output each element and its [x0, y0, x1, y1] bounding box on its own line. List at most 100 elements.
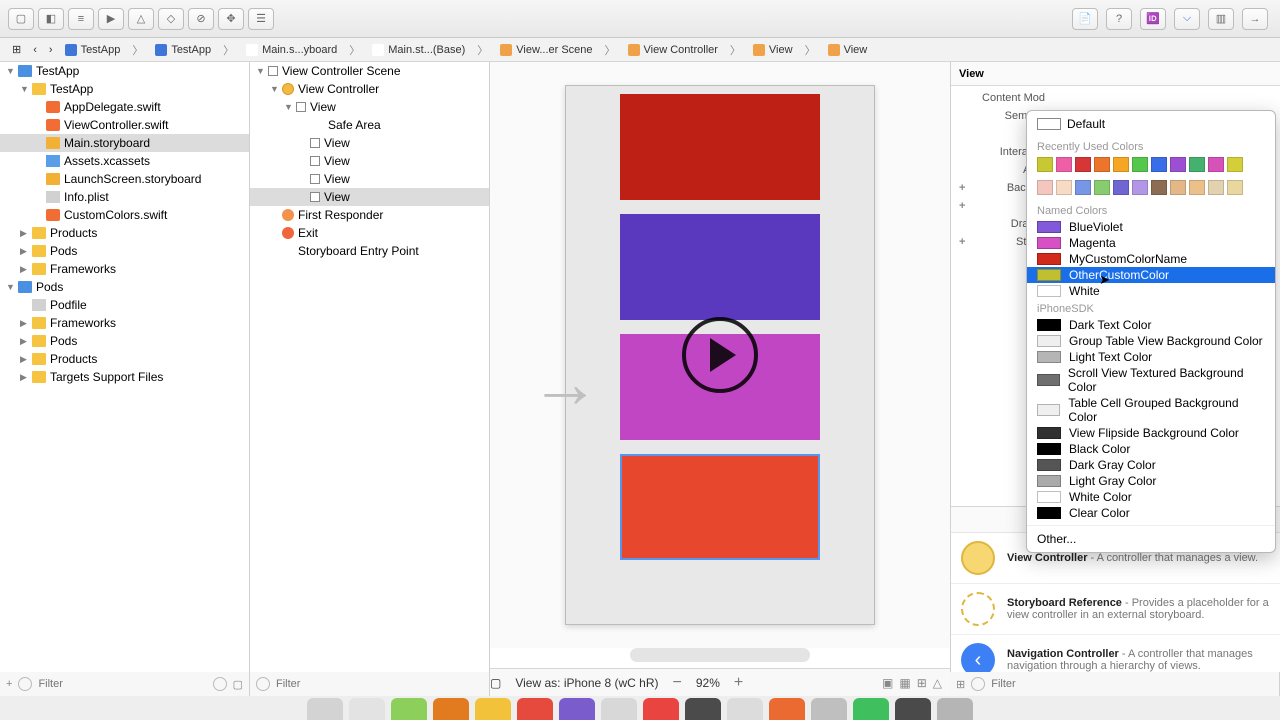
nav-run-button[interactable]: ▶	[98, 8, 124, 30]
add-attribute-button[interactable]: +	[959, 200, 965, 212]
outline-scope-icon[interactable]	[256, 677, 270, 691]
disclosure-triangle-icon[interactable]: ▶	[20, 336, 28, 347]
color-default-option[interactable]: Default	[1027, 111, 1275, 137]
color-list-item[interactable]: Scroll View Textured Background Color	[1027, 365, 1275, 395]
color-swatch[interactable]	[1037, 157, 1053, 172]
color-swatch[interactable]	[1208, 180, 1224, 195]
tree-row[interactable]: ▶Products	[0, 224, 249, 242]
tree-row[interactable]: ▶Pods	[0, 242, 249, 260]
add-attribute-button[interactable]: +	[959, 182, 965, 194]
color-list-item[interactable]: MyCustomColorName	[1027, 251, 1275, 267]
disclosure-triangle-icon[interactable]: ▼	[256, 66, 264, 76]
color-swatch[interactable]	[1151, 180, 1167, 195]
disclosure-triangle-icon[interactable]: ▼	[6, 282, 14, 292]
library-scope-icon[interactable]	[971, 677, 985, 691]
view-rect-4-selected[interactable]	[620, 454, 820, 560]
disclosure-triangle-icon[interactable]: ▶	[20, 228, 28, 239]
jump-segment[interactable]: TestApp	[149, 44, 217, 56]
jump-back-button[interactable]: ‹	[27, 44, 43, 56]
jump-segment[interactable]: Main.st...(Base)	[366, 44, 471, 56]
dock-app-icon[interactable]	[391, 698, 427, 720]
tree-row[interactable]: Storyboard Entry Point	[250, 242, 489, 260]
color-list-item[interactable]: Group Table View Background Color	[1027, 333, 1275, 349]
dock-app-icon[interactable]	[853, 698, 889, 720]
tree-row[interactable]: Safe Area	[250, 116, 489, 134]
tree-row[interactable]: View	[250, 134, 489, 152]
disclosure-triangle-icon[interactable]: ▶	[20, 264, 28, 275]
color-list-item[interactable]: Dark Text Color	[1027, 317, 1275, 333]
tree-row[interactable]: AppDelegate.swift	[0, 98, 249, 116]
recent-scope-icon[interactable]	[213, 677, 227, 691]
disclosure-triangle-icon[interactable]: ▶	[20, 318, 28, 329]
tree-row[interactable]: LaunchScreen.storyboard	[0, 170, 249, 188]
nav-symbol-button[interactable]: ◧	[38, 8, 64, 30]
tree-row[interactable]: Podfile	[0, 296, 249, 314]
dock-app-icon[interactable]	[601, 698, 637, 720]
color-swatch[interactable]	[1094, 157, 1110, 172]
dock-app-icon[interactable]	[769, 698, 805, 720]
color-list-item[interactable]: OtherCustomColor	[1027, 267, 1275, 283]
color-list-item[interactable]: Dark Gray Color	[1027, 457, 1275, 473]
nav-hierarchy-button[interactable]: ≡	[68, 8, 94, 30]
disclosure-triangle-icon[interactable]: ▶	[20, 246, 28, 257]
library-item[interactable]: Storyboard Reference - Provides a placeh…	[951, 584, 1280, 635]
tree-row[interactable]: ▼View Controller	[250, 80, 489, 98]
color-list-item[interactable]: Table Cell Grouped Background Color	[1027, 395, 1275, 425]
disclosure-triangle-icon[interactable]: ▼	[270, 84, 278, 94]
jump-segment[interactable]: View	[747, 44, 799, 56]
scope-button[interactable]	[18, 677, 32, 691]
color-swatch[interactable]	[1113, 180, 1129, 195]
tree-row[interactable]: ▶Pods	[0, 332, 249, 350]
dock-app-icon[interactable]	[643, 698, 679, 720]
navigator-filter-input[interactable]	[38, 678, 206, 690]
tree-row[interactable]: ViewController.swift	[0, 116, 249, 134]
tree-row[interactable]: ▶Products	[0, 350, 249, 368]
disclosure-triangle-icon[interactable]: ▼	[284, 102, 292, 112]
tree-row[interactable]: Exit	[250, 224, 489, 242]
jump-segment[interactable]: TestApp	[59, 44, 127, 56]
nav-report-button[interactable]: ☰	[248, 8, 274, 30]
nav-issues-button[interactable]: △	[128, 8, 154, 30]
dock-app-icon[interactable]	[349, 698, 385, 720]
library-filter-input[interactable]	[991, 678, 1273, 690]
project-navigator[interactable]: ▼TestApp▼TestAppAppDelegate.swiftViewCon…	[0, 62, 250, 696]
dock-app-icon[interactable]	[559, 698, 595, 720]
color-other-option[interactable]: Other...	[1027, 525, 1275, 548]
tree-row[interactable]: ▼View Controller Scene	[250, 62, 489, 80]
dock-app-icon[interactable]	[685, 698, 721, 720]
scm-scope-icon[interactable]: ▢	[233, 678, 243, 691]
color-swatch[interactable]	[1189, 180, 1205, 195]
dock-app-icon[interactable]	[475, 698, 511, 720]
add-attribute-button[interactable]: +	[959, 236, 965, 248]
tree-row[interactable]: Info.plist	[0, 188, 249, 206]
color-swatch[interactable]	[1132, 180, 1148, 195]
tree-row[interactable]: First Responder	[250, 206, 489, 224]
color-swatch[interactable]	[1227, 157, 1243, 172]
tree-row[interactable]: ▼TestApp	[0, 62, 249, 80]
tree-row[interactable]: CustomColors.swift	[0, 206, 249, 224]
dock-app-icon[interactable]	[937, 698, 973, 720]
canvas-horizontal-scrollbar[interactable]	[630, 648, 810, 662]
nav-tests-button[interactable]: ◇	[158, 8, 184, 30]
nav-folder-button[interactable]: ▢	[8, 8, 34, 30]
nav-breakpoint-button[interactable]: ✥	[218, 8, 244, 30]
jump-forward-button[interactable]: ›	[43, 44, 59, 56]
jump-segment[interactable]: View...er Scene	[494, 44, 598, 56]
disclosure-triangle-icon[interactable]: ▼	[6, 66, 14, 76]
color-list-item[interactable]: Magenta	[1027, 235, 1275, 251]
color-list-item[interactable]: White	[1027, 283, 1275, 299]
add-button[interactable]: +	[6, 678, 12, 690]
jump-segment[interactable]: View Controller	[622, 44, 724, 56]
color-list-item[interactable]: White Color	[1027, 489, 1275, 505]
view-rect-2[interactable]	[620, 214, 820, 320]
nav-debug-button[interactable]: ⊘	[188, 8, 214, 30]
file-inspector-button[interactable]: 📄	[1072, 8, 1098, 30]
color-swatch[interactable]	[1075, 180, 1091, 195]
view-rect-1[interactable]	[620, 94, 820, 200]
jump-segment[interactable]: View	[822, 44, 874, 56]
color-list-item[interactable]: Clear Color	[1027, 505, 1275, 521]
tree-row[interactable]: ▼TestApp	[0, 80, 249, 98]
color-list-item[interactable]: BlueViolet	[1027, 219, 1275, 235]
jump-editor-mode[interactable]: ⊞	[6, 43, 27, 56]
color-list-item[interactable]: Light Gray Color	[1027, 473, 1275, 489]
